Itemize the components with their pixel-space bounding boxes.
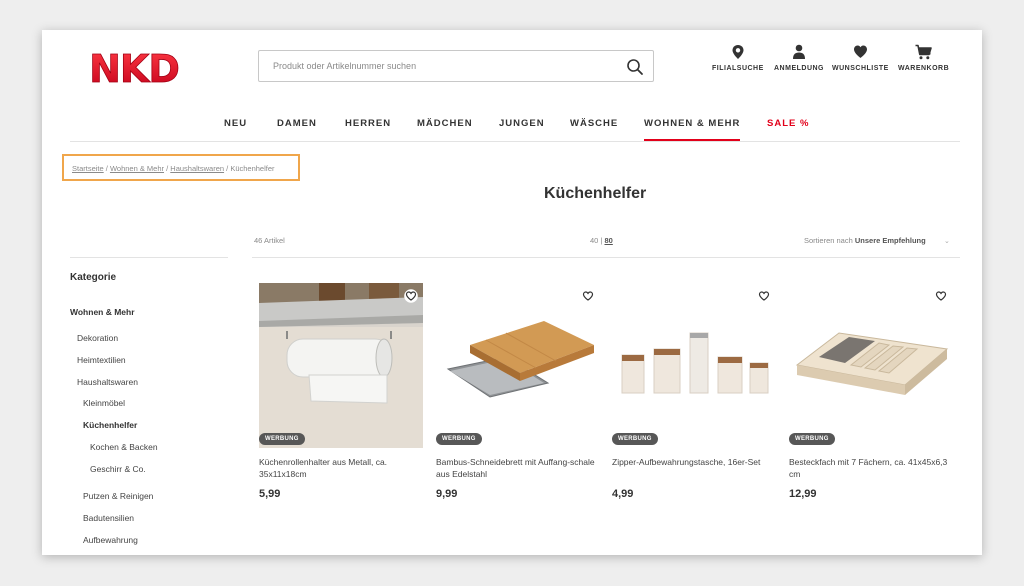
per-page-80[interactable]: 80 — [604, 236, 612, 245]
page: NKD Produkt oder Artikelnummer suchen FI… — [42, 30, 982, 555]
product-name[interactable]: Bambus-Schneidebrett mit Auffang-schale … — [436, 456, 604, 480]
wishlist-label: WUNSCHLISTE — [832, 65, 889, 72]
search-icon[interactable] — [626, 58, 644, 76]
per-page-separator: | — [600, 236, 603, 245]
sort-value[interactable]: Unsere Empfehlung — [855, 236, 926, 245]
per-page-selector: 40 | 80 — [590, 236, 613, 245]
article-count: 46 Artikel — [254, 236, 285, 245]
store-finder-label: FILIALSUCHE — [712, 65, 764, 72]
product-name[interactable]: Zipper-Aufbewahrungstasche, 16er-Set — [612, 456, 780, 468]
wishlist-heart-icon[interactable] — [934, 289, 948, 303]
heart-icon — [853, 45, 867, 58]
breadcrumb-current: Küchenhelfer — [230, 164, 275, 173]
listing-divider — [252, 257, 960, 258]
product-name[interactable]: Küchenrollenhalter aus Metall, ca. 35x11… — [259, 456, 427, 480]
breadcrumb-startseite[interactable]: Startseite — [72, 164, 104, 173]
product-price: 4,99 — [612, 488, 634, 500]
sidebar-item-badutensilien[interactable]: Badutensilien — [83, 513, 134, 523]
nav-divider — [70, 141, 960, 142]
sidebar-item-wohnen-mehr[interactable]: Wohnen & Mehr — [70, 307, 135, 317]
nav-item-damen[interactable]: DAMEN — [277, 118, 317, 129]
ad-badge: WERBUNG — [789, 433, 835, 445]
login-label: ANMELDUNG — [774, 65, 824, 72]
sidebar-heading: Kategorie — [70, 272, 117, 283]
product-price: 9,99 — [436, 488, 458, 500]
sidebar-divider — [70, 257, 228, 258]
login-link[interactable]: ANMELDUNG — [774, 44, 824, 72]
wishlist-heart-icon[interactable] — [757, 289, 771, 303]
nav-item-maedchen[interactable]: MÄDCHEN — [417, 118, 473, 129]
page-title: Küchenhelfer — [544, 185, 647, 202]
wishlist-link[interactable]: WUNSCHLISTE — [832, 44, 889, 72]
search-placeholder: Produkt oder Artikelnummer suchen — [273, 61, 417, 71]
product-image-kuechenrollenhalter[interactable] — [259, 283, 423, 448]
chevron-down-icon[interactable]: ⌄ — [944, 237, 950, 245]
breadcrumb: Startseite / Wohnen & Mehr / Haushaltswa… — [72, 164, 275, 173]
wishlist-heart-icon[interactable] — [581, 289, 595, 303]
sidebar-item-aufbewahrung[interactable]: Aufbewahrung — [83, 535, 138, 545]
product-image-aufbewahrungstasche[interactable] — [612, 283, 776, 448]
sidebar-item-putzen[interactable]: Putzen & Reinigen — [83, 491, 153, 501]
nav-item-jungen[interactable]: JUNGEN — [499, 118, 545, 129]
sidebar-item-kuechenhelfer[interactable]: Küchenhelfer — [83, 420, 137, 430]
search-input[interactable]: Produkt oder Artikelnummer suchen — [258, 50, 654, 82]
sidebar-item-kochen-backen[interactable]: Kochen & Backen — [90, 442, 158, 452]
sidebar-item-kleinmoebel[interactable]: Kleinmöbel — [83, 398, 125, 408]
per-page-40[interactable]: 40 — [590, 236, 598, 245]
nav-item-herren[interactable]: HERREN — [345, 118, 391, 129]
breadcrumb-highlight: Startseite / Wohnen & Mehr / Haushaltswa… — [62, 154, 300, 181]
store-finder-link[interactable]: FILIALSUCHE — [712, 44, 764, 72]
sidebar-item-haushaltswaren[interactable]: Haushaltswaren — [77, 377, 138, 387]
svg-text:NKD: NKD — [89, 48, 179, 86]
nav-item-waesche[interactable]: WÄSCHE — [570, 118, 618, 129]
breadcrumb-haushaltswaren[interactable]: Haushaltswaren — [170, 164, 224, 173]
user-icon — [793, 44, 805, 59]
cart-label: WARENKORB — [898, 65, 950, 72]
map-pin-icon — [732, 45, 744, 59]
cart-link[interactable]: WARENKORB — [898, 44, 949, 72]
product-image-schneidebrett[interactable] — [436, 283, 600, 448]
ad-badge: WERBUNG — [259, 433, 305, 445]
wishlist-heart-icon[interactable] — [404, 289, 418, 303]
sidebar-item-geschirr[interactable]: Geschirr & Co. — [90, 464, 146, 474]
product-name[interactable]: Besteckfach mit 7 Fächern, ca. 41x45x6,3… — [789, 456, 957, 480]
cart-icon — [915, 44, 932, 60]
sidebar-item-dekoration[interactable]: Dekoration — [77, 333, 118, 343]
sort-control[interactable]: Sortieren nach Unsere Empfehlung — [804, 236, 926, 245]
nav-item-sale[interactable]: SALE % — [767, 118, 809, 129]
nkd-logo[interactable]: NKD — [72, 48, 196, 86]
nav-item-neu[interactable]: NEU — [224, 118, 247, 129]
sort-label: Sortieren nach — [804, 236, 853, 245]
ad-badge: WERBUNG — [436, 433, 482, 445]
ad-badge: WERBUNG — [612, 433, 658, 445]
nav-item-wohnen-mehr[interactable]: WOHNEN & MEHR — [644, 118, 741, 141]
product-image-besteckfach[interactable] — [789, 283, 953, 448]
product-price: 5,99 — [259, 488, 281, 500]
breadcrumb-wohnen-mehr[interactable]: Wohnen & Mehr — [110, 164, 164, 173]
sidebar-item-heimtextilien[interactable]: Heimtextilien — [77, 355, 126, 365]
product-price: 12,99 — [789, 488, 817, 500]
